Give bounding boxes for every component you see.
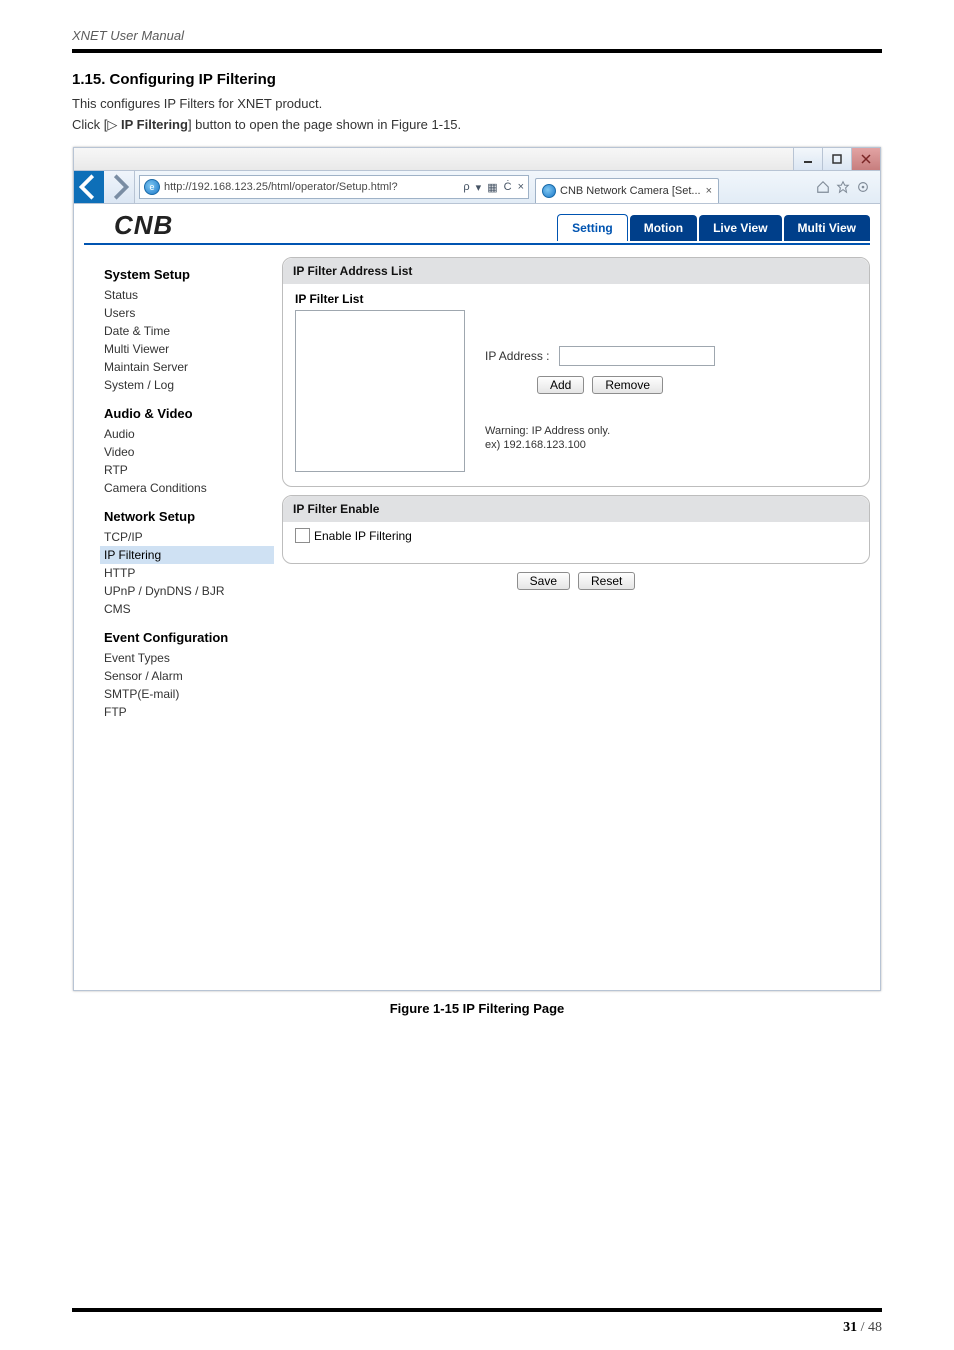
warning-line2: ex) 192.168.123.100 (485, 438, 857, 452)
tab-setting[interactable]: Setting (557, 214, 628, 241)
click-prefix: Click [ (72, 117, 107, 132)
ip-address-label: IP Address : (485, 349, 549, 363)
toolbar-right-icons (806, 171, 880, 203)
nav-forward-button[interactable] (104, 171, 135, 203)
sidebar-item-cms[interactable]: CMS (104, 600, 274, 618)
click-bold: IP Filtering (117, 117, 188, 132)
reset-button[interactable]: Reset (578, 572, 635, 590)
warning-line1: Warning: IP Address only. (485, 424, 857, 438)
page-current: 31 (843, 1320, 857, 1335)
stop-icon[interactable]: × (518, 181, 524, 194)
address-bar[interactable]: e http://192.168.123.25/html/operator/Se… (139, 175, 529, 199)
nav-back-button[interactable] (74, 171, 104, 203)
window-minimize-button[interactable] (793, 148, 822, 170)
tab-motion[interactable]: Motion (630, 215, 697, 241)
sidebar-item-users[interactable]: Users (104, 304, 274, 322)
main-area: IP Filter Address List IP Filter List IP… (282, 255, 870, 721)
ie-logo-icon: e (144, 179, 160, 195)
sidebar-item-camera-conditions[interactable]: Camera Conditions (104, 479, 274, 497)
tools-icon[interactable] (856, 180, 870, 194)
sidebar-item-status[interactable]: Status (104, 286, 274, 304)
ip-filter-enable-panel: IP Filter Enable Enable IP Filtering (282, 495, 870, 564)
tab-close-button[interactable]: × (706, 185, 712, 197)
arrow-right-icon (104, 172, 134, 202)
sidebar-item-multi-viewer[interactable]: Multi Viewer (104, 340, 274, 358)
sidebar-item-ip-filtering[interactable]: IP Filtering (100, 546, 274, 564)
page-sep: / (857, 1320, 868, 1335)
document-header: XNET User Manual (72, 28, 882, 43)
sidebar-heading-audio-video: Audio & Video (104, 406, 274, 421)
triangle-icon: ▷ (107, 117, 117, 133)
enable-ip-filtering-checkbox[interactable] (295, 528, 310, 543)
tab-favicon (542, 184, 556, 198)
minimize-icon (802, 153, 814, 165)
sidebar-item-audio[interactable]: Audio (104, 425, 274, 443)
browser-toolbar: e http://192.168.123.25/html/operator/Se… (73, 171, 881, 204)
enable-ip-filtering-label: Enable IP Filtering (314, 529, 412, 543)
ip-address-row: IP Address : (485, 346, 857, 366)
sidebar-item-tcpip[interactable]: TCP/IP (104, 528, 274, 546)
sidebar-item-date-time[interactable]: Date & Time (104, 322, 274, 340)
browser-content: CNB Setting Motion Live View Multi View … (73, 204, 881, 991)
add-button[interactable]: Add (537, 376, 584, 394)
sidebar-item-upnp-dyndns-bjr[interactable]: UPnP / DynDNS / BJR (104, 582, 274, 600)
home-icon[interactable] (816, 180, 830, 194)
window-maximize-button[interactable] (822, 148, 851, 170)
brand-logo: CNB (114, 210, 173, 241)
save-button[interactable]: Save (517, 572, 570, 590)
tab-live-view[interactable]: Live View (699, 215, 781, 241)
sidebar-item-smtp-email[interactable]: SMTP(E-mail) (104, 685, 274, 703)
sidebar-item-http[interactable]: HTTP (104, 564, 274, 582)
sidebar: System Setup Status Users Date & Time Mu… (84, 255, 274, 721)
sidebar-item-rtp[interactable]: RTP (104, 461, 274, 479)
browser-tab[interactable]: CNB Network Camera [Set... × (535, 178, 719, 203)
search-icon[interactable]: ρ (463, 181, 469, 194)
close-icon (860, 153, 872, 165)
sidebar-item-ftp[interactable]: FTP (104, 703, 274, 721)
ip-filter-address-list-panel: IP Filter Address List IP Filter List IP… (282, 257, 870, 487)
tab-multi-view[interactable]: Multi View (784, 215, 870, 241)
window-titlebar (73, 147, 881, 171)
sidebar-item-system-log[interactable]: System / Log (104, 376, 274, 394)
section-title: 1.15. Configuring IP Filtering (72, 71, 882, 88)
sidebar-heading-system: System Setup (104, 267, 274, 282)
address-url: http://192.168.123.25/html/operator/Setu… (164, 181, 398, 193)
figure-caption: Figure 1-15 IP Filtering Page (72, 1001, 882, 1016)
click-suffix: ] button to open the page shown in Figur… (188, 117, 461, 132)
favorites-icon[interactable] (836, 180, 850, 194)
remove-button[interactable]: Remove (592, 376, 663, 394)
sidebar-item-maintain-server[interactable]: Maintain Server (104, 358, 274, 376)
compat-icon[interactable]: ▦ (487, 181, 497, 194)
main-tabs: Setting Motion Live View Multi View (555, 211, 870, 241)
ip-address-input[interactable] (559, 346, 715, 366)
sidebar-heading-event: Event Configuration (104, 630, 274, 645)
ip-filter-listbox[interactable] (295, 310, 465, 472)
footer-rule (72, 1308, 882, 1312)
intro-text: This configures IP Filters for XNET prod… (72, 96, 882, 111)
top-rule (72, 49, 882, 53)
ip-filter-list-title: IP Filter List (295, 292, 857, 306)
page-total: 48 (868, 1320, 882, 1335)
panel-header-address-list: IP Filter Address List (283, 258, 869, 284)
click-instruction: Click [▷ IP Filtering] button to open th… (72, 117, 882, 133)
refresh-icon[interactable]: Ċ (504, 181, 512, 194)
panel-header-enable: IP Filter Enable (283, 496, 869, 522)
sidebar-item-event-types[interactable]: Event Types (104, 649, 274, 667)
sidebar-heading-network: Network Setup (104, 509, 274, 524)
sidebar-item-sensor-alarm[interactable]: Sensor / Alarm (104, 667, 274, 685)
sidebar-item-video[interactable]: Video (104, 443, 274, 461)
brand-area: CNB (84, 210, 284, 241)
maximize-icon (831, 153, 843, 165)
page-number: 31 / 48 (843, 1320, 882, 1336)
window-close-button[interactable] (851, 148, 880, 170)
app-window: e http://192.168.123.25/html/operator/Se… (73, 147, 881, 991)
browser-tabs: CNB Network Camera [Set... × (529, 171, 806, 203)
top-divider (84, 243, 870, 245)
arrow-left-icon (74, 172, 104, 202)
tab-title: CNB Network Camera [Set... (560, 185, 701, 197)
dropdown-icon[interactable]: ▾ (476, 181, 482, 194)
